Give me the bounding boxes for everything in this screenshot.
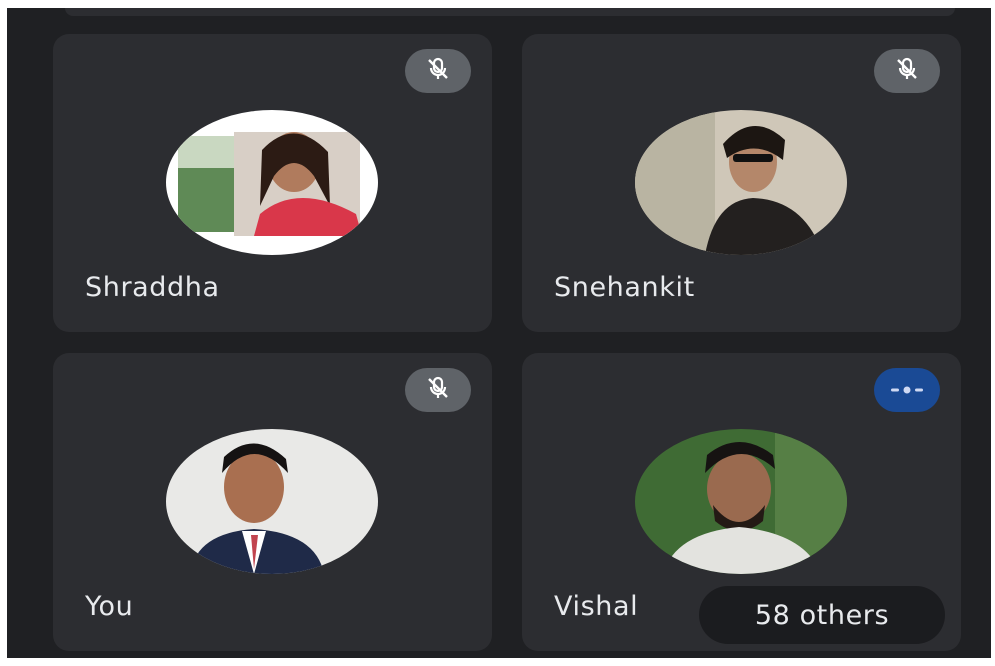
mute-status-badge [405,368,471,412]
participant-name: Snehankit [554,272,695,303]
avatar [166,110,378,255]
participant-name: You [85,591,134,622]
previous-row-edge [65,8,955,16]
mic-off-icon [423,54,453,88]
participant-tile-shraddha[interactable]: Shraddha [53,34,492,332]
audio-level-icon [889,381,925,400]
mute-status-badge [874,49,940,93]
avatar [635,110,847,255]
participant-tile-snehankit[interactable]: Snehankit [522,34,961,332]
others-count-button[interactable]: 58 others [699,586,945,644]
speaking-status-badge [874,368,940,412]
mic-off-icon [423,373,453,407]
avatar [166,429,378,574]
mute-status-badge [405,49,471,93]
participant-name: Vishal [554,591,639,622]
avatar [635,429,847,574]
meeting-grid: Shraddha Snehankit You Vishal 58 others [7,8,991,658]
participant-tile-you[interactable]: You [53,353,492,651]
participant-name: Shraddha [85,272,220,303]
mic-off-icon [892,54,922,88]
